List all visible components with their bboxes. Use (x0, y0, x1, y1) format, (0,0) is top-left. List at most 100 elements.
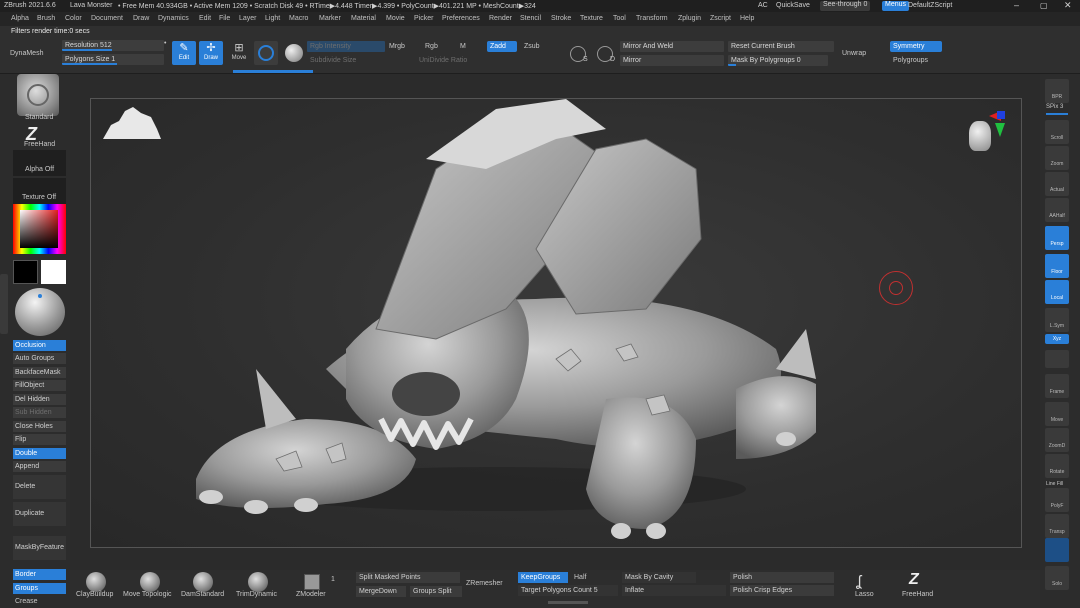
texture-thumbnail[interactable]: Texture Off (13, 178, 66, 204)
solo-button[interactable]: Solo (1045, 566, 1069, 590)
unwrap-button[interactable]: Unwrap (842, 50, 866, 57)
groups-button[interactable]: Groups (13, 583, 66, 594)
append-button[interactable]: Append (13, 461, 66, 472)
mask-by-feature-button[interactable]: MaskByFeature (13, 536, 66, 560)
menu-help[interactable]: Help (740, 15, 754, 22)
zadd-button[interactable]: Zadd (487, 41, 517, 52)
menu-brush[interactable]: Brush (37, 15, 55, 22)
navigation-gizmo[interactable] (965, 111, 1005, 157)
spix-label[interactable]: SPix 3 (1046, 104, 1063, 110)
rgb-button[interactable]: Rgb (425, 43, 438, 50)
polygroups-button[interactable]: Polygroups (893, 57, 928, 64)
lasso-icon[interactable]: ʆ (856, 573, 861, 590)
floor-button[interactable]: Floor (1045, 254, 1069, 278)
draw-button[interactable]: ✢ Draw (199, 41, 223, 65)
spix-slider[interactable] (1046, 113, 1068, 115)
move-button[interactable]: ⊞ Move (227, 41, 251, 65)
persp-button[interactable]: Persp (1045, 226, 1069, 250)
lsym-button[interactable]: L.Sym (1045, 308, 1069, 332)
rgb-intensity-slider[interactable]: Rgb Intensity (307, 41, 385, 52)
symmetry-button[interactable]: Symmetry (890, 41, 942, 52)
draw-size-slider[interactable]: Subdivide Size (307, 55, 407, 66)
freehand-stroke-bottom-icon[interactable]: Z (909, 571, 919, 589)
primary-color[interactable] (41, 260, 66, 284)
viewport-canvas[interactable] (90, 98, 1022, 548)
reset-brush-button[interactable]: Reset Current Brush (728, 41, 834, 52)
zremesher-button[interactable]: ZRemesher (466, 580, 503, 587)
zmodeler-brush-icon[interactable] (304, 574, 320, 590)
menu-color[interactable]: Color (65, 15, 82, 22)
scale-button[interactable] (254, 41, 278, 65)
frame-button[interactable]: Frame (1045, 374, 1069, 398)
minimize-icon[interactable]: – (1014, 0, 1019, 10)
rotate-axis-button[interactable] (1045, 350, 1069, 368)
merge-down-button[interactable]: MergeDown (356, 586, 406, 597)
menu-layer[interactable]: Layer (239, 15, 257, 22)
rotate-button[interactable] (282, 41, 306, 65)
groups-split-button[interactable]: Groups Split (410, 586, 462, 597)
menu-transform[interactable]: Transform (636, 15, 668, 22)
zscript-label[interactable]: DefaultZScript (908, 2, 952, 9)
actual-button[interactable]: Actual (1045, 172, 1069, 196)
mask-by-cavity-button[interactable]: Mask By Cavity (622, 572, 696, 583)
zoom-button[interactable]: Zoom (1045, 146, 1069, 170)
menu-edit[interactable]: Edit (199, 15, 211, 22)
fill-object-button[interactable]: FillObject (13, 380, 66, 391)
half-button[interactable]: Half (574, 574, 586, 581)
ghost-button[interactable] (1045, 538, 1069, 562)
delete-button[interactable]: Delete (13, 475, 66, 499)
local-button[interactable]: Local (1045, 280, 1069, 304)
zoomd-button[interactable]: ZoomD (1045, 428, 1069, 452)
menu-preferences[interactable]: Preferences (442, 15, 480, 22)
menu-zscript[interactable]: Zscript (710, 15, 731, 22)
menu-movie[interactable]: Movie (386, 15, 405, 22)
menu-tool[interactable]: Tool (613, 15, 626, 22)
menu-light[interactable]: Light (265, 15, 280, 22)
material-sphere[interactable] (15, 288, 65, 336)
menu-zplugin[interactable]: Zplugin (678, 15, 701, 22)
polyf-button[interactable]: PolyF (1045, 488, 1069, 512)
target-polygons-slider[interactable]: Target Polygons Count 5 (518, 585, 618, 596)
menu-draw[interactable]: Draw (133, 15, 149, 22)
backface-mask-button[interactable]: BackfaceMask (13, 367, 66, 378)
sub-hidden-button[interactable]: Sub Hidden (13, 407, 66, 418)
polish-crisp-slider[interactable]: Polish Crisp Edges (730, 585, 834, 596)
menu-alpha[interactable]: Alpha (11, 15, 29, 22)
m-button[interactable]: M (460, 43, 466, 50)
xyz-button[interactable]: Xyz (1045, 334, 1069, 344)
trimdynamic-brush-icon[interactable] (248, 572, 268, 592)
menu-render[interactable]: Render (489, 15, 512, 22)
double-button[interactable]: Double (13, 448, 66, 459)
flip-button[interactable]: Flip (13, 434, 66, 445)
resolution-slider[interactable]: Resolution 512 (62, 40, 164, 51)
menus-button[interactable]: Menus (882, 1, 910, 11)
secondary-color[interactable] (13, 260, 38, 284)
claybuildup-brush-icon[interactable] (86, 572, 106, 592)
border-button[interactable]: Border (13, 569, 66, 580)
mirror-button[interactable]: Mirror (620, 55, 724, 66)
color-swatch-square[interactable] (20, 210, 58, 248)
maximize-icon[interactable]: ▢ (1040, 1, 1048, 10)
scroll-button[interactable]: Scroll (1045, 120, 1069, 144)
menu-document[interactable]: Document (91, 15, 123, 22)
rotate-view-button[interactable]: Rotate (1045, 454, 1069, 478)
split-masked-button[interactable]: Split Masked Points (356, 572, 460, 583)
unidivide-slider[interactable]: UniDivide Ratio (416, 55, 516, 66)
menu-marker[interactable]: Marker (319, 15, 341, 22)
keepgroups-button[interactable]: KeepGroups (518, 572, 568, 583)
crease-button[interactable]: Crease (15, 598, 38, 605)
edit-button[interactable]: ✎ Edit (172, 41, 196, 65)
mirror-weld-button[interactable]: Mirror And Weld (620, 41, 724, 52)
bpr-button[interactable]: BPR (1045, 79, 1069, 103)
menu-macro[interactable]: Macro (289, 15, 308, 22)
mask-by-polygroups-slider[interactable]: Mask By Polygroups 0 (728, 55, 828, 66)
polygons-size-slider[interactable]: Polygons Size 1 (62, 54, 164, 65)
menu-dynamics[interactable]: Dynamics (158, 15, 189, 22)
menu-material[interactable]: Material (351, 15, 376, 22)
transp-button[interactable]: Transp (1045, 514, 1069, 538)
mrgb-button[interactable]: Mrgb (389, 43, 405, 50)
damstandard-brush-icon[interactable] (193, 572, 213, 592)
menu-picker[interactable]: Picker (414, 15, 433, 22)
move-topologic-brush-icon[interactable] (140, 572, 160, 592)
auto-groups-button[interactable]: Auto Groups (13, 353, 66, 364)
